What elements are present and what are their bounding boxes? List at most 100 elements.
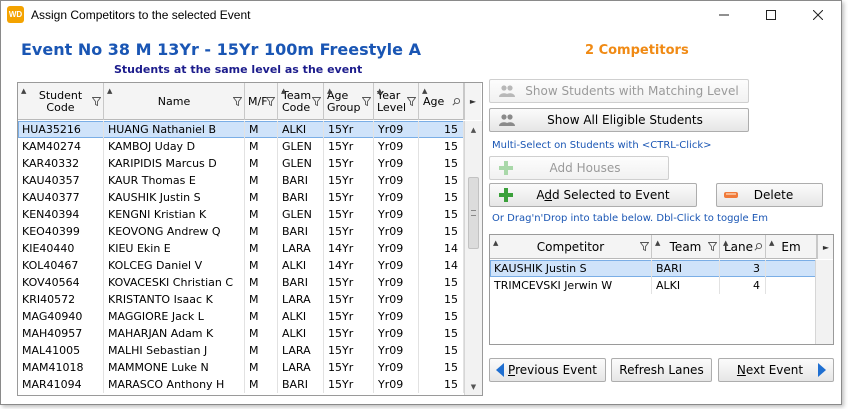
add-selected-button[interactable]: Add Selected to Event: [489, 183, 697, 207]
filter-icon[interactable]: [312, 97, 321, 106]
chevron-right-icon: ►: [469, 97, 477, 106]
column-header-gender[interactable]: M/F: [245, 83, 278, 120]
table-cell: KAUSHIK Justin S: [104, 189, 245, 206]
competitors-scrollbar[interactable]: [815, 260, 833, 344]
column-header-em[interactable]: ▲ Em: [766, 235, 817, 259]
table-cell: M: [245, 189, 278, 206]
filter-icon[interactable]: [266, 97, 275, 106]
filter-icon[interactable]: [92, 97, 101, 106]
show-matching-level-button[interactable]: Show Students with Matching Level: [489, 79, 749, 103]
table-row[interactable]: KAM40274 KAMBOJ Uday D M GLEN 15Yr Yr09 15: [18, 138, 464, 155]
column-header-team-code[interactable]: ▲ Team Code: [278, 83, 324, 120]
table-row[interactable]: MAH40957 MAHARJAN Adam K M ALKI 15Yr Yr09 15: [18, 325, 464, 342]
scroll-down-arrow-icon[interactable]: ▼: [465, 378, 482, 395]
table-cell: KARIPIDIS Marcus D: [104, 155, 245, 172]
sort-icon: ▲: [655, 239, 661, 247]
table-cell: 15Yr: [324, 376, 374, 393]
column-header-age[interactable]: ▲ Age: [419, 83, 464, 120]
scroll-thumb[interactable]: [468, 177, 479, 249]
table-row[interactable]: KEO40399 KEOVONG Andrew Q M BARI 15Yr Yr09 15: [18, 223, 464, 240]
sort-icon: ▲: [327, 87, 333, 95]
column-header-student-code[interactable]: ▲ Student Code: [18, 83, 104, 120]
table-row[interactable]: KOL40467 KOLCEG Daniel V M ALKI 14Yr Yr09 14: [18, 257, 464, 274]
filter-icon[interactable]: [233, 97, 242, 106]
filter-icon[interactable]: [640, 242, 649, 251]
table-row[interactable]: MAL41005 MALHI Sebastian J M LARA 15Yr Yr09 15: [18, 342, 464, 359]
search-icon[interactable]: [754, 242, 763, 251]
column-header-year-level[interactable]: ▲ Year Level: [374, 83, 419, 120]
table-cell: 15Yr: [324, 359, 374, 376]
table-cell: KRI40572: [18, 291, 104, 308]
column-chooser-button[interactable]: ►: [817, 235, 833, 259]
show-all-eligible-button[interactable]: Show All Eligible Students: [489, 108, 749, 132]
table-cell: HUA35216: [18, 121, 104, 138]
table-cell: BARI: [278, 274, 324, 291]
column-header-team[interactable]: ▲ Team: [652, 235, 720, 259]
plus-icon: [499, 188, 513, 202]
column-header-age-group[interactable]: ▲ Age Group: [324, 83, 374, 120]
table-row[interactable]: MAR41094 MARASCO Anthony H M BARI 15Yr Yr09 15: [18, 376, 464, 393]
sort-icon: ▲: [107, 87, 113, 95]
table-row[interactable]: MAG40940 MAGGIORE Jack L M ALKI 15Yr Yr09 15: [18, 308, 464, 325]
table-cell: KEN40394: [18, 206, 104, 223]
table-cell: KEOVONG Andrew Q: [104, 223, 245, 240]
filter-icon[interactable]: [362, 97, 371, 106]
filter-icon[interactable]: [708, 242, 717, 251]
table-cell: MALHI Sebastian J: [104, 342, 245, 359]
table-cell: 15Yr: [324, 223, 374, 240]
table-row[interactable]: KAR40332 KARIPIDIS Marcus D M GLEN 15Yr Yr09 1…: [18, 155, 464, 172]
table-row[interactable]: KIE40440 KIEU Ekin E M LARA 14Yr Yr09 14: [18, 240, 464, 257]
search-icon[interactable]: [452, 97, 461, 106]
table-cell: MAG40940: [18, 308, 104, 325]
table-cell: 15Yr: [324, 172, 374, 189]
table-row[interactable]: TRIMCEVSKI Jerwin W ALKI 4: [490, 277, 817, 294]
maximize-button[interactable]: [748, 1, 794, 29]
table-row[interactable]: KRI40572 KRISTANTO Isaac K M LARA 15Yr Yr09 15: [18, 291, 464, 308]
column-chooser-button[interactable]: ►: [464, 83, 481, 120]
table-row[interactable]: KAUSHIK Justin S BARI 3: [490, 260, 817, 277]
table-row[interactable]: KAU40377 KAUSHIK Justin S M BARI 15Yr Yr09 15: [18, 189, 464, 206]
add-houses-button[interactable]: Add Houses: [489, 156, 669, 180]
table-row[interactable]: KAU40357 KAUR Thomas E M BARI 15Yr Yr09 15: [18, 172, 464, 189]
delete-button[interactable]: Delete: [716, 183, 823, 207]
table-cell: 15: [419, 223, 464, 240]
table-row[interactable]: MAM41018 MAMMONE Luke N M LARA 15Yr Yr09 15: [18, 359, 464, 376]
table-cell: M: [245, 257, 278, 274]
table-cell: KAUSHIK Justin S: [490, 260, 652, 277]
table-cell: 15: [419, 376, 464, 393]
title-bar[interactable]: WD Assign Competitors to the selected Ev…: [1, 1, 841, 29]
students-table[interactable]: ▲ Student Code ▲ Name M/F ▲ Team Code ▲ …: [17, 82, 483, 396]
table-cell: Yr09: [374, 274, 419, 291]
table-cell: M: [245, 342, 278, 359]
minimize-button[interactable]: [701, 1, 747, 29]
table-row[interactable]: KOV40564 KOVACESKI Christian C M BARI 15Yr Yr…: [18, 274, 464, 291]
filter-icon[interactable]: [407, 97, 416, 106]
column-header-lane[interactable]: ▲ Lane: [720, 235, 766, 259]
table-cell: Yr09: [374, 376, 419, 393]
table-cell: LARA: [278, 291, 324, 308]
table-cell: HUANG Nathaniel B: [104, 121, 245, 138]
table-row[interactable]: KEN40394 KENGNI Kristian K M GLEN 15Yr Yr09 15: [18, 206, 464, 223]
table-cell: TRIMCEVSKI Jerwin W: [490, 277, 652, 294]
table-row[interactable]: HUA35216 HUANG Nathaniel B M ALKI 15Yr Yr09 15: [18, 121, 464, 138]
table-cell: ALKI: [278, 325, 324, 342]
scroll-up-arrow-icon[interactable]: ▲: [465, 121, 482, 138]
table-cell: 15: [419, 138, 464, 155]
competitors-table[interactable]: ▲ Competitor ▲ Team ▲ Lane ▲ Em ► KAUSHI…: [489, 234, 834, 345]
column-header-name[interactable]: ▲ Name: [104, 83, 245, 120]
table-cell: 4: [720, 277, 766, 294]
table-cell: LARA: [278, 359, 324, 376]
next-event-button[interactable]: Next Event: [718, 358, 834, 382]
refresh-lanes-button[interactable]: Refresh Lanes: [611, 358, 712, 382]
previous-event-button[interactable]: Previous Event: [489, 358, 606, 382]
table-cell: BARI: [278, 223, 324, 240]
table-cell: M: [245, 308, 278, 325]
table-cell: BARI: [652, 260, 720, 277]
students-scrollbar[interactable]: ▲ ▼: [464, 121, 482, 395]
table-cell: MAH40957: [18, 325, 104, 342]
close-button[interactable]: [795, 1, 841, 29]
column-header-competitor[interactable]: ▲ Competitor: [490, 235, 652, 259]
drag-drop-hint: Or Drag'n'Drop into table below. Dbl-Cli…: [492, 213, 768, 224]
table-cell: 15: [419, 291, 464, 308]
table-cell: 15Yr: [324, 308, 374, 325]
